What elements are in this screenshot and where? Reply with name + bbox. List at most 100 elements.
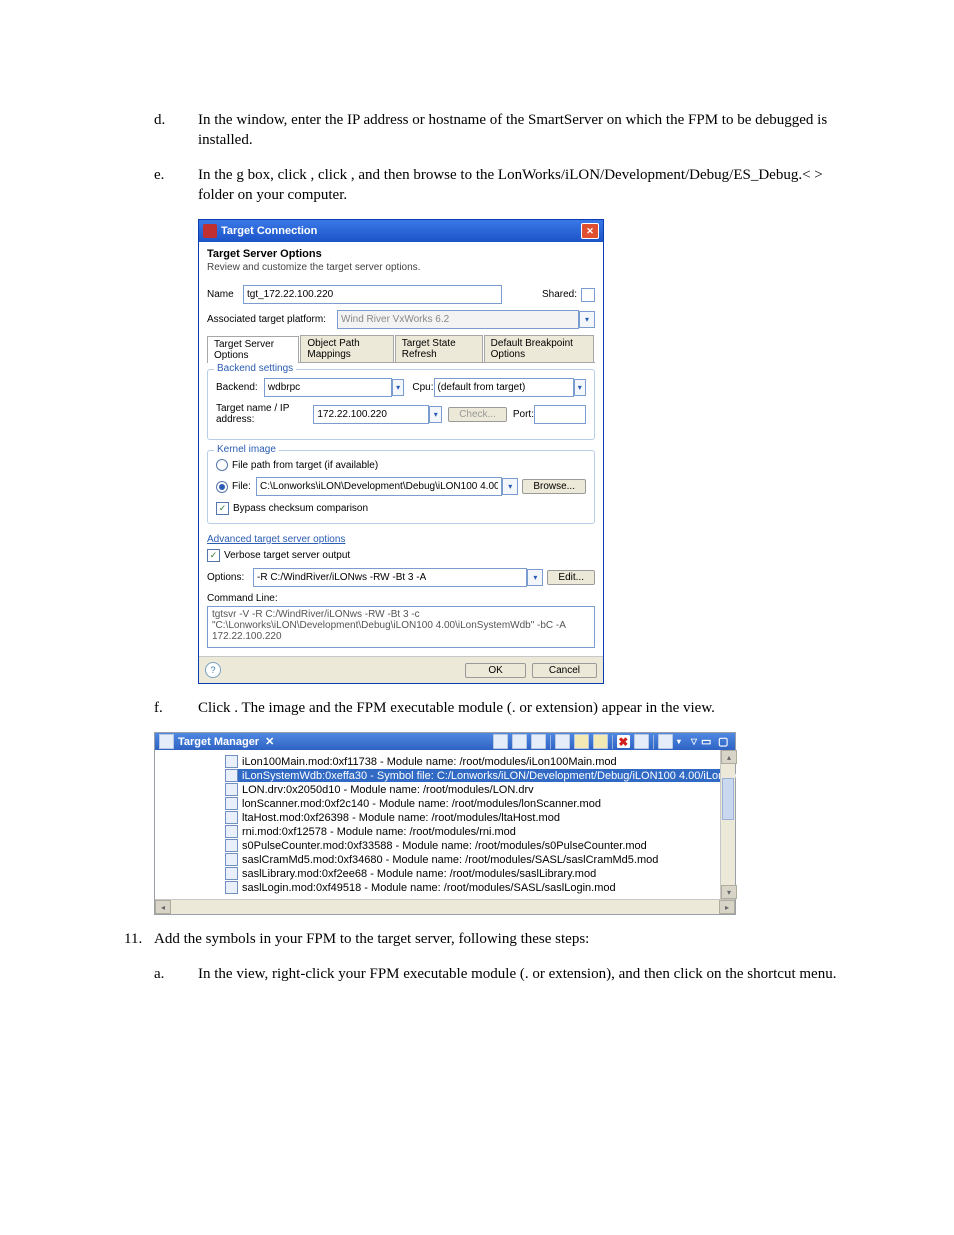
tab-default-breakpoint-options[interactable]: Default Breakpoint Options [484,335,594,362]
module-tree-item-label: lonScanner.mod:0xf2c140 - Module name: /… [242,798,601,810]
gears-icon[interactable] [593,734,608,749]
cancel-button[interactable]: Cancel [532,663,597,678]
dropdown-icon[interactable]: ▾ [677,737,681,746]
ip-dropdown-icon[interactable]: ▾ [429,406,442,423]
ip-input[interactable] [313,405,429,424]
step-11a: a. In the view, right-click your FPM exe… [154,964,844,984]
vertical-scroll-thumb[interactable] [722,778,734,820]
module-icon [225,811,238,824]
module-tree-item-label: ltaHost.mod:0xf26398 - Module name: /roo… [242,812,560,824]
cmdline-label: Command Line: [207,593,595,604]
name-input[interactable] [243,285,502,304]
gear-icon[interactable] [574,734,589,749]
close-icon[interactable]: ✕ [581,223,599,239]
pane-title: Target Manager [178,736,259,748]
step-11a-text: In the view, right-click your FPM execut… [198,964,844,984]
maximize-icon[interactable]: ▢ [718,735,731,748]
module-tree-item[interactable]: saslCramMd5.mod:0xf34680 - Module name: … [225,853,729,866]
module-icon [225,825,238,838]
horizontal-scrollbar[interactable]: ◂ ▸ [155,899,735,914]
radio-file-from-target-label: File path from target (if available) [232,460,378,471]
step-11-text: Add the symbols in your FPM to the targe… [154,929,844,949]
kernel-file-dropdown-icon[interactable]: ▾ [502,478,518,495]
assoc-platform-input [337,310,579,329]
module-tree-item[interactable]: ltaHost.mod:0xf26398 - Module name: /roo… [225,811,729,824]
pane-body: ▴ ▾ iLon100Main.mod:0xf11738 - Module na… [155,750,735,899]
tab-target-server-options[interactable]: Target Server Options [207,336,299,363]
module-tree-item[interactable]: iLon100Main.mod:0xf11738 - Module name: … [225,755,729,768]
backend-dropdown-icon[interactable]: ▾ [392,379,404,396]
tab-object-path-mappings[interactable]: Object Path Mappings [300,335,393,362]
menu-triangle-icon[interactable]: ▽ [691,737,697,746]
step-11-label: 11. [124,929,154,949]
cpu-input[interactable] [434,378,574,397]
backend-label: Backend: [216,382,264,393]
module-tree-item[interactable]: LON.drv:0x2050d10 - Module name: /root/m… [225,783,729,796]
scroll-down-icon[interactable]: ▾ [721,885,737,899]
dialog-tabs: Target Server Options Object Path Mappin… [207,335,595,363]
assoc-label: Associated target platform: [207,314,337,325]
module-tree-item-label: LON.drv:0x2050d10 - Module name: /root/m… [242,784,534,796]
toolbar-icon-9[interactable] [658,734,673,749]
options-label: Options: [207,572,253,583]
delete-icon[interactable]: ✖ [617,735,630,748]
help-icon[interactable]: ? [205,662,221,678]
module-tree-item[interactable]: s0PulseCounter.mod:0xf33588 - Module nam… [225,839,729,852]
backend-input[interactable] [264,378,392,397]
module-tree-item[interactable]: lonScanner.mod:0xf2c140 - Module name: /… [225,797,729,810]
module-icon [225,755,238,768]
tab-target-state-refresh[interactable]: Target State Refresh [395,335,483,362]
scroll-right-icon[interactable]: ▸ [719,900,735,914]
scroll-up-icon[interactable]: ▴ [721,750,737,764]
module-tree-item[interactable]: iLonSystemWdb:0xeffa30 - Symbol file: C:… [225,769,729,782]
module-tree-item-label: iLon100Main.mod:0xf11738 - Module name: … [242,756,617,768]
bypass-checkbox[interactable]: ✓ [216,502,229,515]
scroll-left-icon[interactable]: ◂ [155,900,171,914]
advanced-options-link[interactable]: Advanced target server options [207,534,595,545]
backend-group-title: Backend settings [214,363,296,374]
assoc-dropdown-icon[interactable]: ▾ [579,311,595,328]
toolbar-icon-3[interactable] [531,734,546,749]
check-button[interactable]: Check... [448,407,507,422]
module-tree-item-label: s0PulseCounter.mod:0xf33588 - Module nam… [242,840,647,852]
radio-file-from-target[interactable] [216,459,228,471]
browse-button[interactable]: Browse... [522,479,586,494]
edit-button[interactable]: Edit... [547,570,595,585]
toolbar-icon-1[interactable] [493,734,508,749]
module-tree-item-label: saslCramMd5.mod:0xf34680 - Module name: … [242,854,658,866]
module-icon [225,881,238,894]
cpu-dropdown-icon[interactable]: ▾ [574,379,586,396]
kernel-file-input[interactable] [256,477,502,496]
port-input[interactable] [534,405,586,424]
dialog-subtitle: Review and customize the target server o… [207,262,595,273]
pane-close-icon[interactable]: ✕ [265,735,274,748]
module-tree-item[interactable]: saslLogin.mod:0xf49518 - Module name: /r… [225,881,729,894]
step-e-label: e. [154,165,198,206]
step-f-text: Click . The image and the FPM executable… [198,698,844,718]
shared-label: Shared: [542,289,577,300]
target-manager-pane: Target Manager ✕ ✖ ▾ ▽ ▭ ▢ [154,732,736,915]
kernel-image-group: Kernel image File path from target (if a… [207,450,595,524]
module-tree-item[interactable]: rni.mod:0xf12578 - Module name: /root/mo… [225,825,729,838]
target-connection-dialog: Target Connection ✕ Target Server Option… [198,219,604,684]
refresh-icon[interactable] [555,734,570,749]
options-dropdown-icon[interactable]: ▾ [527,569,543,586]
verbose-checkbox[interactable]: ✓ [207,549,220,562]
target-manager-icon [159,734,174,749]
toolbar-icon-2[interactable] [512,734,527,749]
options-input[interactable] [253,568,527,587]
minimize-icon[interactable]: ▭ [701,735,714,748]
pane-toolbar: ✖ ▾ ▽ ▭ ▢ [493,734,731,749]
module-icon [225,867,238,880]
vertical-scrollbar[interactable]: ▴ ▾ [720,750,735,899]
cpu-label: Cpu: [412,382,433,393]
verbose-label: Verbose target server output [224,550,350,561]
toolbar-icon-8[interactable] [634,734,649,749]
ok-button[interactable]: OK [465,663,525,678]
module-tree-item-label: saslLibrary.mod:0xf2ee68 - Module name: … [242,868,596,880]
backend-settings-group: Backend settings Backend: ▾ Cpu: ▾ Targe… [207,369,595,440]
module-tree-item[interactable]: saslLibrary.mod:0xf2ee68 - Module name: … [225,867,729,880]
module-tree-item-label: iLonSystemWdb:0xeffa30 - Symbol file: C:… [242,770,784,782]
shared-checkbox[interactable] [581,288,595,302]
radio-file[interactable] [216,481,228,493]
